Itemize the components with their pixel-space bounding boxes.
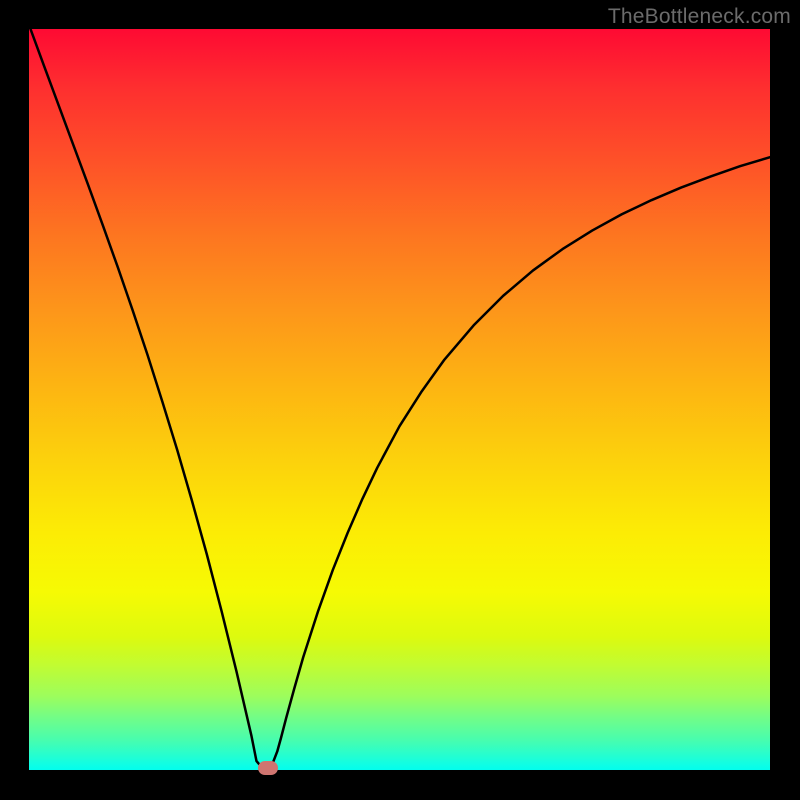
plot-frame — [29, 29, 770, 770]
watermark-text: TheBottleneck.com — [608, 5, 791, 29]
bottleneck-marker — [258, 761, 278, 775]
bottleneck-curve — [29, 29, 770, 770]
